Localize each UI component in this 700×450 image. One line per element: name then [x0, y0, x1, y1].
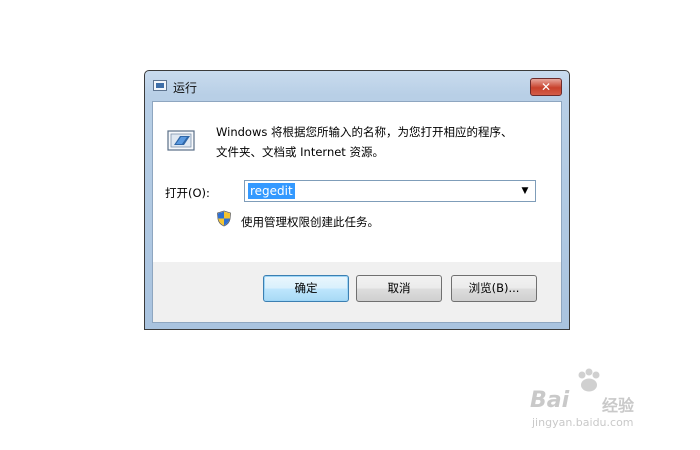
- open-label: 打开(O):: [165, 186, 210, 200]
- admin-note: 使用管理权限创建此任务。: [241, 215, 379, 229]
- close-icon: ✕: [540, 80, 552, 94]
- uac-shield-icon: [217, 210, 231, 227]
- browse-button[interactable]: 浏览(B)...: [451, 275, 537, 302]
- open-combobox[interactable]: regedit ▼: [244, 180, 536, 202]
- content-area: Windows 将根据您所输入的名称，为您打开相应的程序、 文件夹、文档或 In…: [153, 102, 561, 262]
- dialog-body: Windows 将根据您所输入的名称，为您打开相应的程序、 文件夹、文档或 In…: [152, 101, 562, 323]
- watermark-suffix: 经验: [602, 396, 635, 415]
- watermark-url: jingyan.baidu.com: [532, 416, 634, 429]
- paw-icon: [578, 368, 600, 392]
- window-title: 运行: [173, 81, 198, 95]
- chevron-down-icon[interactable]: ▼: [518, 184, 532, 198]
- watermark-brand: Bai: [530, 388, 570, 413]
- run-icon: [167, 130, 195, 151]
- cancel-button[interactable]: 取消: [356, 275, 442, 302]
- description-line-1: Windows 将根据您所输入的名称，为您打开相应的程序、: [216, 125, 513, 139]
- close-button[interactable]: ✕: [530, 78, 562, 96]
- run-dialog: 运行 ✕ Windows 将根据您所输入的名称，为您打开相应的程序、 文件夹、文…: [144, 70, 570, 330]
- description: Windows 将根据您所输入的名称，为您打开相应的程序、 文件夹、文档或 In…: [216, 122, 546, 162]
- title-bar[interactable]: 运行 ✕: [145, 71, 569, 101]
- ok-button[interactable]: 确定: [263, 275, 349, 302]
- open-input[interactable]: regedit: [248, 183, 295, 199]
- watermark: Bai 经验 jingyan.baidu.com: [530, 368, 660, 429]
- run-icon: [153, 80, 167, 91]
- description-line-2: 文件夹、文档或 Internet 资源。: [216, 145, 384, 159]
